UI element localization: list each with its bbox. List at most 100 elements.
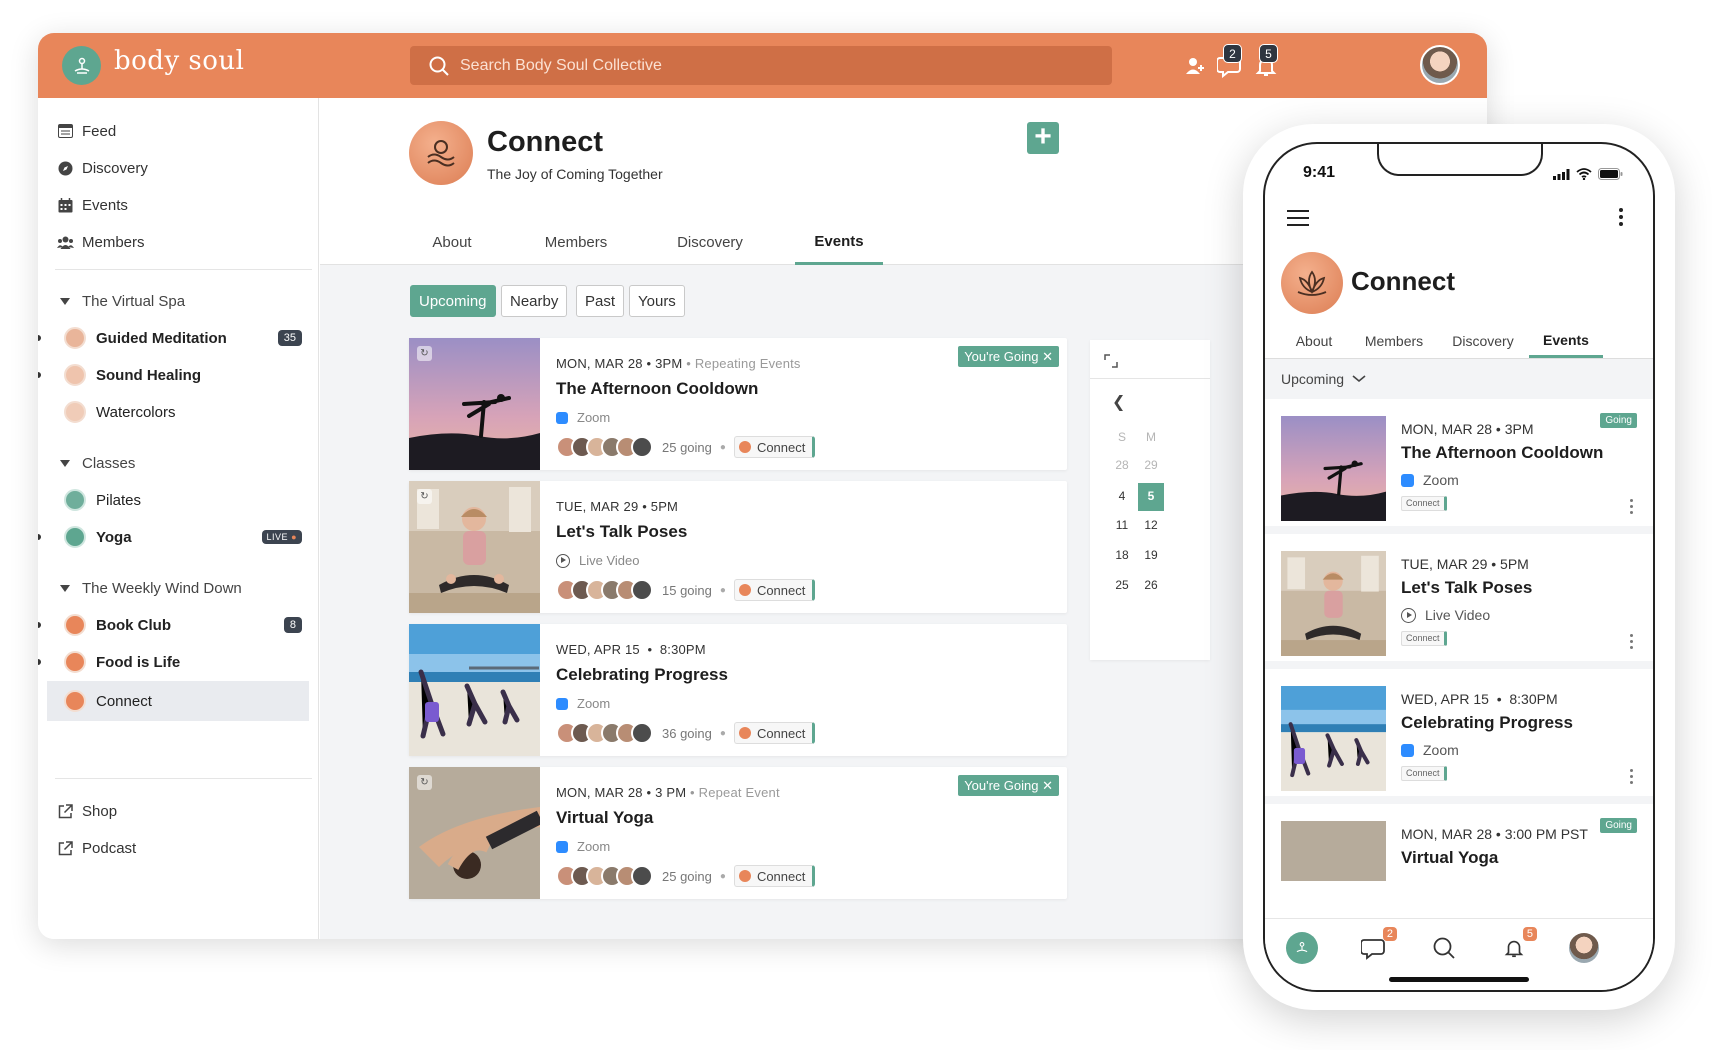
sidebar-item-book-club[interactable]: Book Club 8 (38, 607, 319, 643)
attendees[interactable]: 15 going ● Connect (556, 578, 816, 602)
filter-upcoming[interactable]: Upcoming (410, 285, 496, 317)
calendar-day[interactable]: 28 (1109, 452, 1135, 478)
logo-text[interactable]: body soul (114, 46, 244, 76)
sidebar-item-sound-healing[interactable]: Sound Healing (38, 357, 319, 393)
repeat-icon: ↻ (417, 489, 432, 504)
search-icon[interactable] (1427, 931, 1461, 965)
sidebar-item-watercolors[interactable]: Watercolors (38, 394, 319, 430)
event-title[interactable]: Celebrating Progress (556, 665, 728, 685)
bell-icon[interactable]: 5 (1251, 44, 1281, 81)
event-card[interactable]: ↻ MON, MAR 28 • 3PM • Repeating Events T… (409, 338, 1067, 470)
profile-avatar[interactable] (1567, 931, 1601, 965)
sidebar-item-podcast[interactable]: Podcast (38, 830, 319, 866)
close-icon[interactable]: ✕ (1042, 349, 1053, 365)
sidebar-item-shop[interactable]: Shop (38, 793, 319, 829)
event-title[interactable]: Let's Talk Poses (1401, 578, 1532, 598)
divider (1090, 378, 1210, 379)
add-member-icon[interactable] (1180, 51, 1210, 81)
kebab-menu-icon[interactable] (1630, 634, 1633, 652)
going-tag[interactable]: You're Going ✕ (958, 775, 1059, 796)
tab-discovery[interactable]: Discovery (1443, 324, 1523, 358)
group-tag[interactable]: Connect (733, 579, 816, 601)
group-tag[interactable]: Connect (733, 722, 816, 744)
calendar-day[interactable]: 19 (1138, 542, 1164, 568)
calendar-day[interactable]: 29 (1138, 452, 1164, 478)
bell-icon[interactable]: 5 (1497, 927, 1537, 965)
more-options-icon[interactable] (1619, 208, 1623, 229)
group-avatar (64, 690, 86, 712)
attendees[interactable]: 25 going ● Connect (556, 864, 816, 888)
calendar-day[interactable]: 25 (1109, 572, 1135, 598)
event-title[interactable]: Let's Talk Poses (556, 522, 687, 542)
group-tag[interactable]: Connect (1401, 631, 1447, 646)
event-card[interactable]: ↻ TUE, MAR 29 • 5PM Let's Talk Poses Liv… (409, 481, 1067, 613)
attendees[interactable]: 25 going ● Connect (556, 435, 816, 459)
expand-icon[interactable] (1104, 354, 1118, 373)
event-title[interactable]: The Afternoon Cooldown (556, 379, 758, 399)
add-button[interactable]: + (1027, 122, 1059, 154)
tab-members[interactable]: Members (532, 220, 620, 265)
kebab-menu-icon[interactable] (1630, 769, 1633, 787)
tab-events[interactable]: Events (795, 220, 883, 265)
tab-members[interactable]: Members (1359, 324, 1429, 358)
search-bar[interactable] (410, 46, 1112, 85)
event-card[interactable]: MON, MAR 28 • 3PM The Afternoon Cooldown… (1265, 399, 1653, 534)
group-tag[interactable]: Connect (733, 865, 816, 887)
group-tag[interactable]: Connect (1401, 766, 1447, 781)
calendar-day[interactable]: 18 (1109, 542, 1135, 568)
sidebar-item-connect[interactable]: Connect (47, 681, 309, 721)
user-avatar[interactable] (1420, 45, 1460, 85)
hamburger-menu-icon[interactable] (1287, 210, 1309, 231)
sidebar-item-yoga[interactable]: Yoga LIVE ● (38, 519, 319, 555)
chat-icon[interactable]: 2 (1215, 44, 1245, 81)
filter-past[interactable]: Past (576, 285, 625, 317)
event-card[interactable]: WED, APR 15 • 8:30PM Celebrating Progres… (409, 624, 1067, 756)
calendar-day[interactable]: 11 (1109, 512, 1135, 538)
close-icon[interactable]: ✕ (1042, 778, 1053, 794)
search-input[interactable] (460, 56, 1020, 75)
sidebar-group-weekly-wind-down[interactable]: The Weekly Wind Down (38, 573, 319, 603)
sidebar-item-food-is-life[interactable]: Food is Life (38, 644, 319, 680)
tab-about[interactable]: About (1279, 324, 1349, 358)
calendar-day[interactable]: 12 (1138, 512, 1164, 538)
kebab-menu-icon[interactable] (1630, 499, 1633, 517)
sidebar-item-discovery[interactable]: Discovery (38, 150, 319, 186)
event-title[interactable]: The Afternoon Cooldown (1401, 443, 1603, 463)
sidebar-item-guided-meditation[interactable]: Guided Meditation 35 (38, 320, 319, 356)
event-title[interactable]: Celebrating Progress (1401, 713, 1573, 733)
event-title[interactable]: Virtual Yoga (1401, 848, 1498, 868)
tab-about[interactable]: About (416, 220, 488, 265)
calendar-prev-button[interactable]: ❮ (1112, 392, 1125, 412)
chat-icon[interactable]: 2 (1357, 927, 1397, 965)
event-card[interactable]: ↻ MON, MAR 28 • 3 PM • Repeat Event Virt… (409, 767, 1067, 899)
search-icon (429, 56, 449, 76)
sidebar-group-virtual-spa[interactable]: The Virtual Spa (38, 286, 319, 316)
filter-nearby[interactable]: Nearby (501, 285, 568, 317)
going-tag[interactable]: You're Going ✕ (958, 346, 1059, 367)
event-title[interactable]: Virtual Yoga (556, 808, 653, 828)
calendar-day-selected[interactable]: 5 (1138, 483, 1164, 511)
calendar-day[interactable]: 4 (1109, 483, 1135, 509)
tab-events[interactable]: Events (1529, 324, 1603, 358)
sidebar-item-pilates[interactable]: Pilates (38, 482, 319, 518)
sidebar-group-classes[interactable]: Classes (38, 448, 319, 478)
tab-discovery[interactable]: Discovery (665, 220, 755, 265)
group-tag[interactable]: Connect (1401, 496, 1447, 511)
sidebar-item-feed[interactable]: Feed (38, 113, 319, 149)
signal-icon (1553, 168, 1570, 180)
logo-icon[interactable] (62, 46, 101, 85)
filter-yours[interactable]: Yours (629, 285, 685, 317)
home-icon[interactable] (1285, 931, 1319, 965)
calendar-day[interactable]: 26 (1138, 572, 1164, 598)
group-tag-label: Connect (756, 439, 806, 455)
attendees[interactable]: 36 going ● Connect (556, 721, 816, 745)
divider (55, 269, 312, 270)
sidebar-item-events[interactable]: Events (38, 187, 319, 223)
filter-dropdown[interactable]: Upcoming (1265, 359, 1653, 399)
sidebar-item-members[interactable]: Members (38, 224, 319, 260)
event-card[interactable]: TUE, MAR 29 • 5PM Let's Talk Poses Live … (1265, 534, 1653, 669)
group-tag[interactable]: Connect (733, 436, 816, 458)
live-label: LIVE (266, 532, 289, 542)
group-dot (738, 584, 751, 596)
event-card[interactable]: WED, APR 15 • 8:30PM Celebrating Progres… (1265, 669, 1653, 804)
